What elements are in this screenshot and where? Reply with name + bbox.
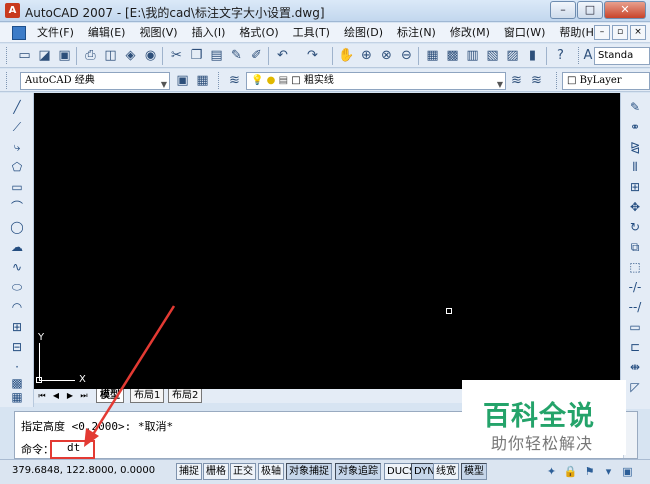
annotation-scale-icon[interactable]: ✦ (543, 464, 560, 479)
lock-toolbar-icon[interactable]: 🔒 (562, 464, 579, 479)
osnap-toggle[interactable]: 对象捕捉 (286, 463, 332, 480)
status-tray: ✦ 🔒 ⚑ ▾ ▣ (543, 464, 638, 479)
status-bar: 379.6848, 122.8000, 0.0000 捕捉 栅格 正交 极轴 对… (0, 459, 650, 484)
snap-toggle[interactable]: 捕捉 (176, 463, 202, 480)
coordinate-readout[interactable]: 379.6848, 122.8000, 0.0000 (10, 464, 170, 479)
grid-toggle[interactable]: 栅格 (203, 463, 229, 480)
clean-screen-icon[interactable]: ▣ (619, 464, 636, 479)
status-menu-icon[interactable]: ▾ (600, 464, 617, 479)
ortho-toggle[interactable]: 正交 (230, 463, 256, 480)
watermark-subtitle: 助你轻松解决 (491, 434, 594, 453)
watermark-title: 百科全说 (483, 401, 595, 432)
lineweight-toggle[interactable]: 线宽 (433, 463, 459, 480)
model-toggle[interactable]: 模型 (461, 463, 487, 480)
watermark: 百科全说 助你轻松解决 (462, 380, 626, 455)
otrack-toggle[interactable]: 对象追踪 (335, 463, 381, 480)
polar-toggle[interactable]: 极轴 (258, 463, 284, 480)
communication-center-icon[interactable]: ⚑ (581, 464, 598, 479)
